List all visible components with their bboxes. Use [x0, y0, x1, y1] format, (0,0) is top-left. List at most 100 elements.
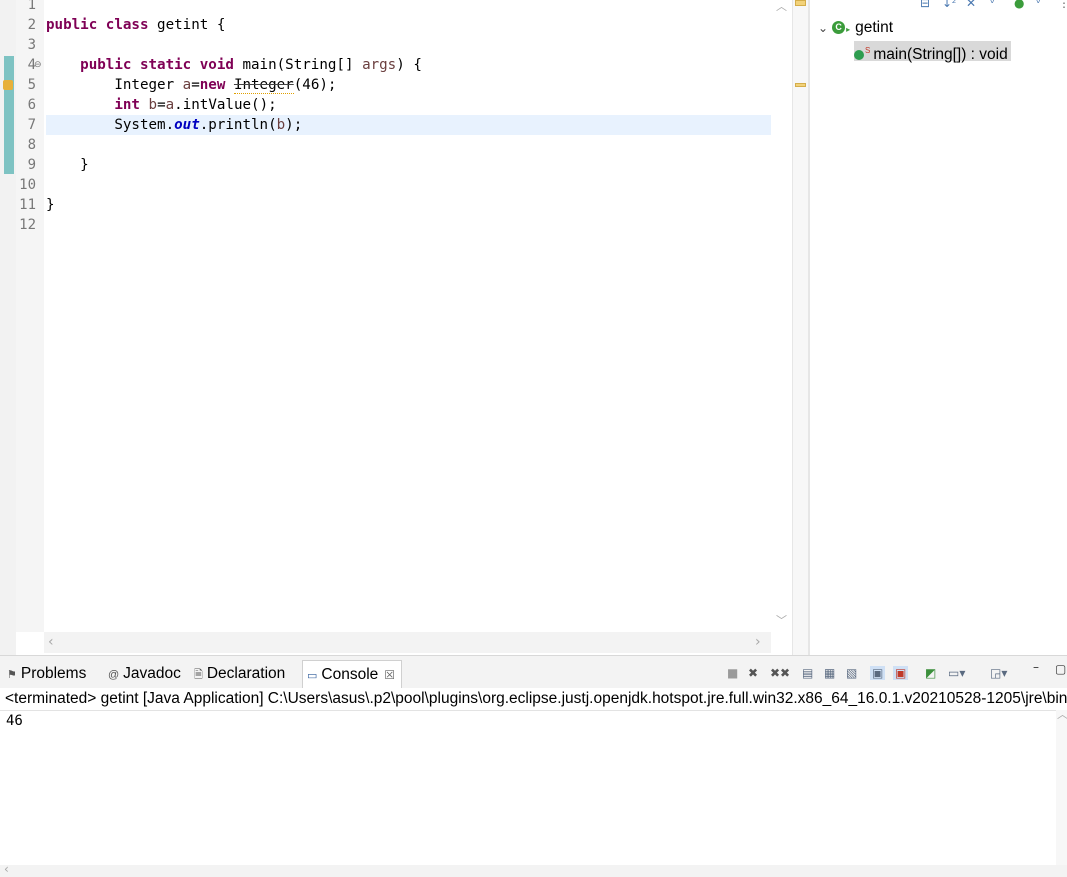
show-stderr-icon[interactable]: ▣ — [893, 666, 909, 680]
code-line[interactable]: System.out.println(b); — [46, 115, 771, 135]
code-line[interactable]: public static void main(String[] args) { — [46, 55, 771, 75]
code-token-kw: int — [114, 97, 140, 113]
console-output-line: 46 — [6, 713, 23, 729]
overview-ruler[interactable] — [792, 0, 809, 655]
editor-vertical-scrollbar[interactable]: ︿ ﹀ — [771, 0, 792, 632]
close-icon[interactable]: ☒ — [384, 668, 395, 682]
tab-declaration-label: Declaration — [206, 665, 286, 682]
bottom-panel: ⚑ Problems @ Javadoc 🗎 Declaration ▭ Console… — [0, 655, 1067, 877]
method-icon — [854, 50, 864, 61]
tab-javadoc[interactable]: @ Javadoc — [108, 660, 181, 688]
line-number: 12 — [19, 217, 36, 233]
sort-icon[interactable]: ↓ᶻ — [942, 0, 956, 10]
console-process-header: <terminated> getint [Java Application] C… — [5, 688, 1067, 710]
code-line[interactable]: } — [46, 155, 771, 175]
overview-top-marker[interactable] — [795, 0, 806, 6]
code-token-var: a — [182, 77, 192, 93]
scroll-left-arrow-icon[interactable]: ‹ — [4, 862, 9, 876]
code-line[interactable]: int b=a.intValue(); — [46, 95, 771, 115]
console-vertical-scrollbar[interactable]: ︿ — [1056, 708, 1067, 865]
outline-method-node[interactable]: Smain(String[]) : void — [854, 41, 1011, 63]
code-line[interactable]: } — [46, 195, 771, 215]
code-token-var: b — [148, 97, 158, 113]
code-line[interactable] — [46, 175, 771, 195]
minimize-icon[interactable]: – — [1033, 660, 1039, 674]
warning-icon[interactable] — [3, 80, 13, 90]
panel-tab-bar: ⚑ Problems @ Javadoc 🗎 Declaration ▭ Console… — [0, 656, 1067, 689]
maximize-icon[interactable]: ▢ — [1055, 662, 1066, 676]
hide-nonpublic-icon[interactable]: ● — [1014, 0, 1024, 10]
open-console-icon[interactable]: ◲▾ — [990, 666, 1007, 680]
code-token-kw: public — [80, 57, 132, 73]
code-token: System. — [46, 117, 175, 133]
code-token-var: args — [362, 57, 397, 73]
terminate-icon[interactable]: ■ — [727, 666, 738, 680]
line-number: 1 — [27, 0, 36, 13]
clear-console-icon[interactable]: ▤ — [802, 666, 813, 680]
scroll-up-arrow-icon[interactable]: ︿ — [1057, 706, 1067, 722]
code-line[interactable] — [46, 215, 771, 235]
scroll-up-arrow-icon[interactable]: ︿ — [776, 0, 787, 14]
hide-static-icon[interactable]: ᵛ — [990, 0, 995, 10]
class-icon: C — [832, 21, 846, 35]
code-token: getint { — [148, 17, 226, 33]
view-menu-icon[interactable]: ⋮ — [1058, 0, 1067, 10]
code-token-field: out — [174, 117, 200, 133]
code-token-var: a — [165, 97, 175, 113]
code-token: } — [46, 157, 89, 173]
scroll-lock-icon[interactable]: ▦ — [824, 666, 835, 680]
line-number: 5 — [27, 77, 36, 93]
tab-console[interactable]: ▭ Console ☒ — [302, 660, 403, 689]
pin-console-icon[interactable]: ◩ — [925, 666, 936, 680]
code-line[interactable]: Integer a=new Integer(46); — [46, 75, 771, 95]
editor-horizontal-scrollbar[interactable]: ‹ › — [44, 632, 771, 653]
remove-launch-icon[interactable]: ✖ — [748, 666, 758, 680]
fold-collapse-icon[interactable]: ⊖ — [34, 60, 42, 70]
code-token: = — [191, 77, 200, 93]
code-token-kw: public — [46, 17, 98, 33]
tab-console-label: Console — [321, 666, 379, 683]
overview-warning-marker[interactable] — [795, 83, 806, 87]
tab-problems[interactable]: ⚑ Problems — [7, 660, 86, 688]
line-number: 11 — [19, 197, 36, 213]
tab-declaration[interactable]: 🗎 Declaration — [194, 660, 285, 688]
show-stdout-icon[interactable]: ▣ — [870, 666, 886, 680]
console-horizontal-scrollbar[interactable]: ‹ — [0, 862, 1067, 877]
code-token: ); — [285, 117, 303, 133]
tab-problems-label: Problems — [20, 665, 87, 682]
scroll-down-arrow-icon[interactable]: ﹀ — [776, 612, 787, 628]
word-wrap-icon[interactable]: ▧ — [846, 666, 857, 680]
code-line[interactable] — [46, 135, 771, 155]
code-token: } — [46, 197, 55, 213]
outline-class-node[interactable]: ⌄ C ▸ getint — [818, 18, 893, 38]
line-number: 9 — [27, 157, 36, 173]
collapse-all-icon[interactable]: ⊟ — [920, 0, 930, 10]
quick-diff-change-bar — [4, 56, 14, 174]
code-line[interactable] — [46, 35, 771, 55]
line-number: 6 — [27, 97, 36, 113]
tab-javadoc-label: Javadoc — [123, 665, 181, 682]
outline-view[interactable]: ⊟ ↓ᶻ ✕ ᵛ ● ᵛ ⋮ ⌄ C ▸ getint Smain(String[])… — [810, 0, 1067, 655]
chevron-down-icon[interactable]: ⌄ — [818, 21, 828, 35]
display-selected-console-icon[interactable]: ▭▾ — [948, 666, 965, 680]
hide-local-types-icon[interactable]: ᵛ — [1036, 0, 1041, 10]
code-token-kw: void — [199, 57, 234, 73]
code-token-kw: class — [105, 17, 149, 33]
console-output[interactable]: 46 — [0, 710, 1056, 866]
remove-all-terminated-icon[interactable]: ✖✖ — [770, 666, 790, 680]
code-line[interactable]: public class getint { — [46, 15, 771, 35]
run-overlay-icon: ▸ — [846, 25, 851, 34]
java-editor[interactable]: 1 2 3 4 5 6 7 8 9 10 11 12 ⊖ public class getint { … — [0, 0, 792, 655]
code-token-kw: static — [139, 57, 192, 73]
line-number: 2 — [27, 17, 36, 33]
annotation-ruler — [0, 0, 16, 655]
line-number: 7 — [27, 117, 36, 133]
scroll-right-arrow-icon[interactable]: › — [755, 634, 761, 650]
code-line[interactable] — [46, 0, 771, 15]
scroll-left-arrow-icon[interactable]: ‹ — [48, 634, 54, 650]
hide-fields-icon[interactable]: ✕ — [966, 0, 976, 10]
